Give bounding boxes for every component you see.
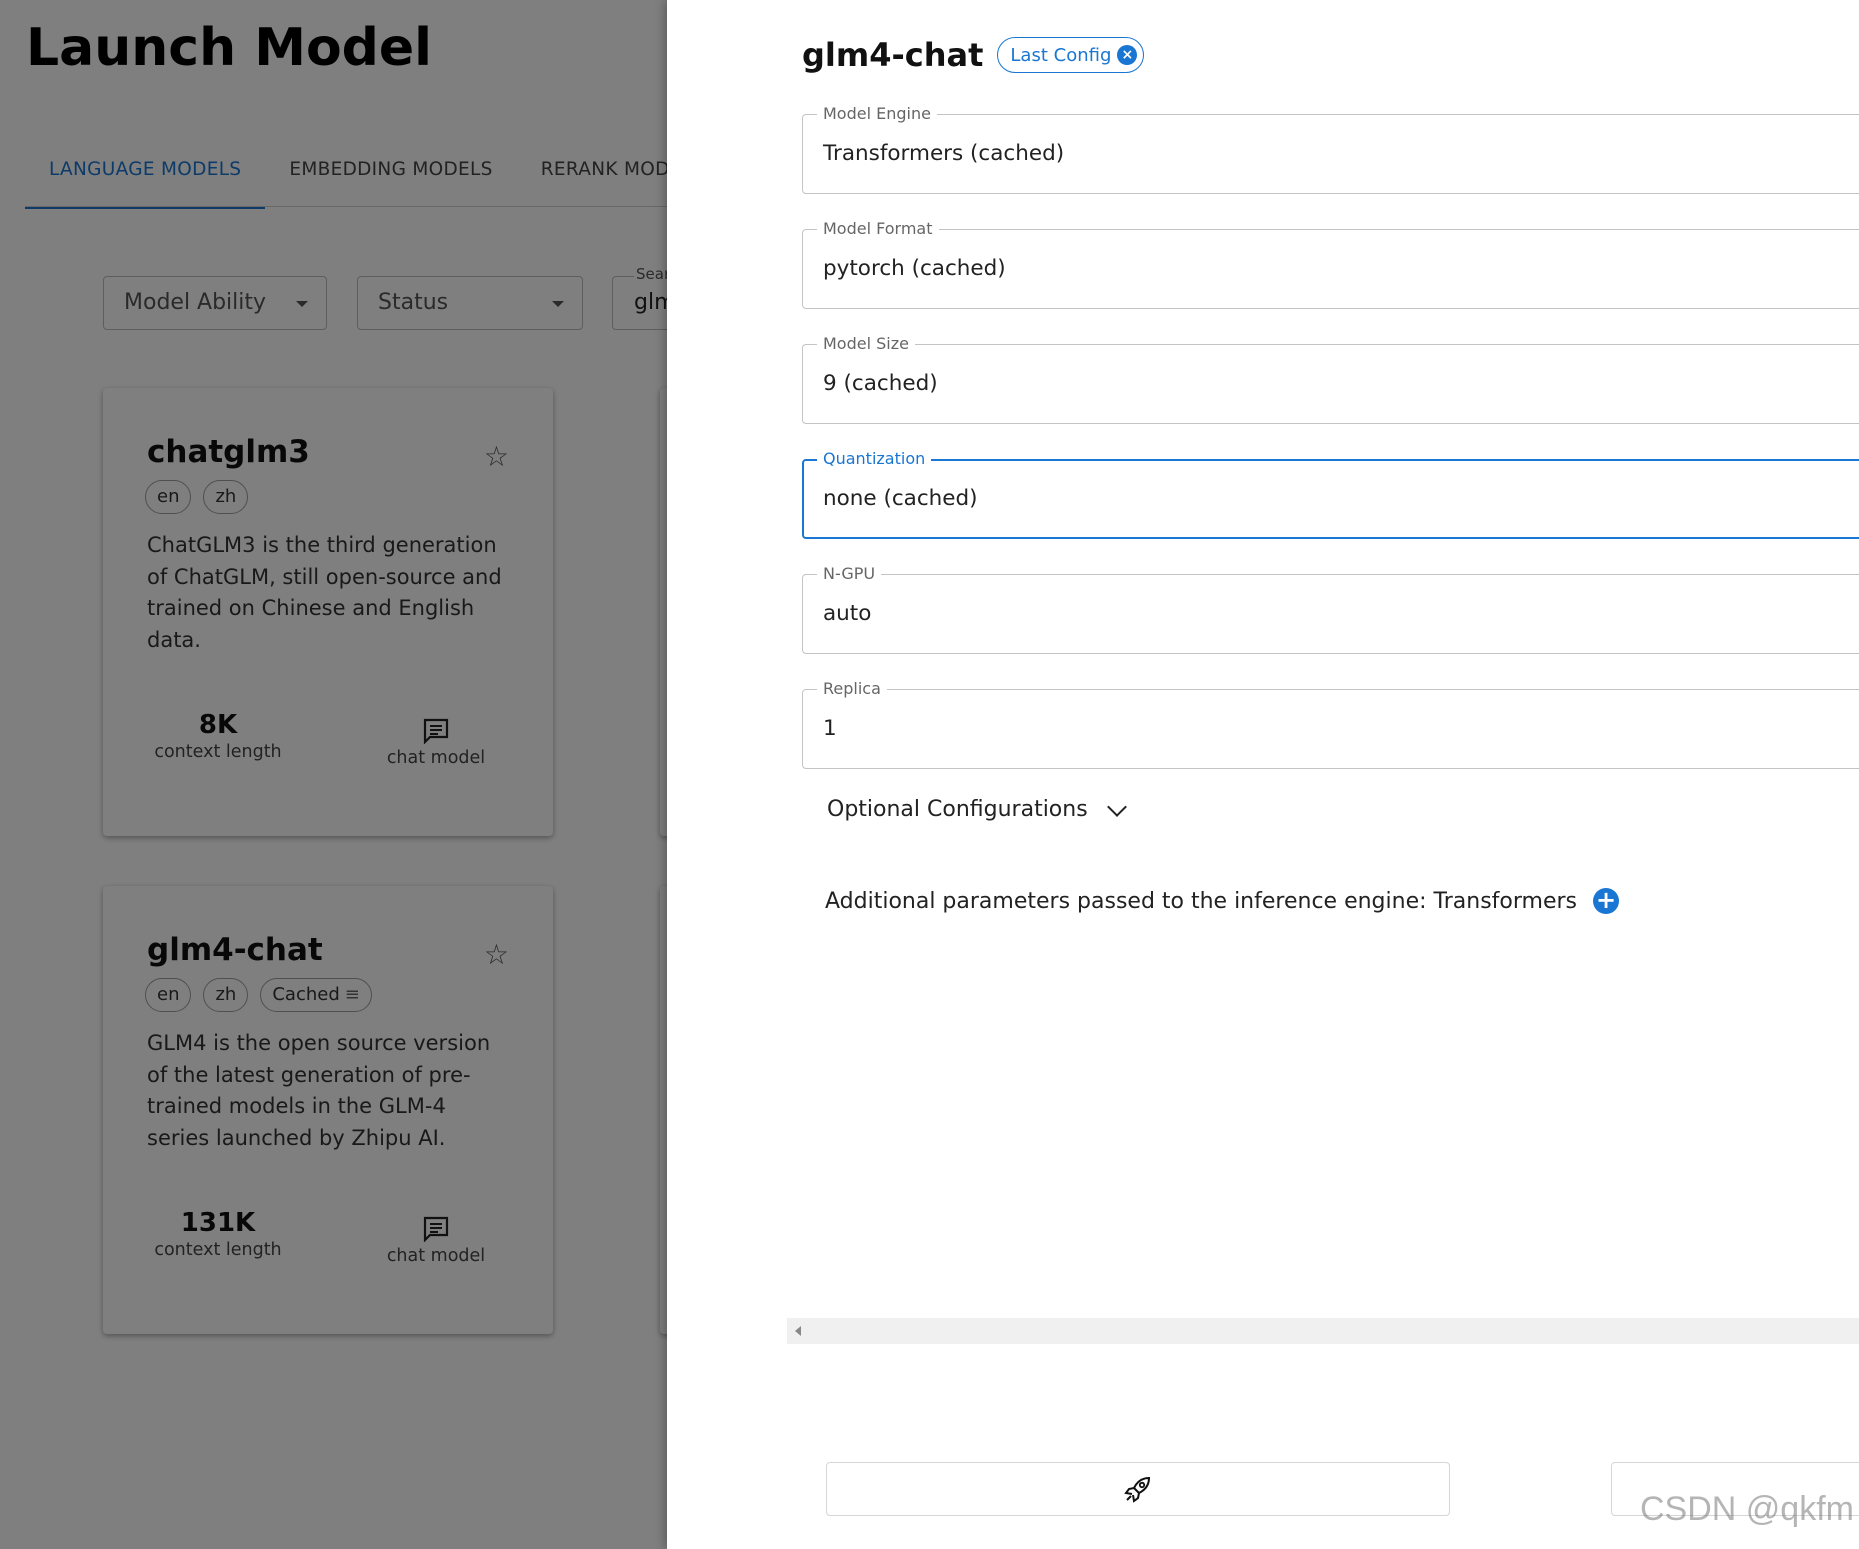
additional-parameters-row: Additional parameters passed to the infe… — [825, 888, 1619, 914]
add-circle-icon[interactable]: + — [1593, 888, 1619, 914]
additional-parameters-label: Additional parameters passed to the infe… — [825, 888, 1577, 914]
close-circle-icon[interactable]: × — [1117, 45, 1138, 65]
replica-input[interactable]: Replica 1 — [802, 679, 1859, 769]
watermark-text: CSDN @qkfm — [1640, 1490, 1854, 1528]
drawer-title: glm4-chat — [802, 36, 984, 74]
field-label: Model Size — [817, 334, 915, 354]
field-value: 9 (cached) — [823, 371, 938, 396]
model-size-select[interactable]: Model Size 9 (cached) — [802, 334, 1859, 424]
chevron-down-icon — [1106, 796, 1127, 817]
field-label: Model Engine — [817, 104, 937, 124]
n-gpu-select[interactable]: N-GPU auto — [802, 564, 1859, 654]
launch-config-drawer: glm4-chat Last Config × Model Engine Tra… — [667, 0, 1859, 1549]
drawer-header: glm4-chat Last Config × — [802, 36, 1145, 74]
field-label: Quantization — [817, 449, 932, 469]
optional-configurations-toggle[interactable]: Optional Configurations — [827, 796, 1127, 822]
field-value: Transformers (cached) — [823, 141, 1065, 166]
field-value: pytorch (cached) — [823, 256, 1006, 281]
field-value: 1 — [823, 716, 837, 741]
field-label: N-GPU — [817, 564, 882, 584]
last-config-label: Last Config — [1010, 44, 1112, 66]
field-value: none (cached) — [823, 486, 978, 511]
field-label: Model Format — [817, 219, 939, 239]
launch-button[interactable] — [826, 1462, 1450, 1516]
model-format-select[interactable]: Model Format pytorch (cached) — [802, 219, 1859, 309]
model-engine-select[interactable]: Model Engine Transformers (cached) — [802, 104, 1859, 194]
horizontal-scrollbar[interactable] — [787, 1318, 1859, 1344]
optional-configurations-label: Optional Configurations — [827, 797, 1088, 822]
rocket-icon — [1124, 1476, 1151, 1503]
field-label: Replica — [817, 679, 887, 699]
field-value: auto — [823, 601, 872, 626]
quantization-select[interactable]: Quantization none (cached) — [802, 449, 1859, 539]
last-config-chip[interactable]: Last Config × — [997, 37, 1145, 73]
scroll-left-arrow-icon[interactable] — [795, 1326, 801, 1336]
